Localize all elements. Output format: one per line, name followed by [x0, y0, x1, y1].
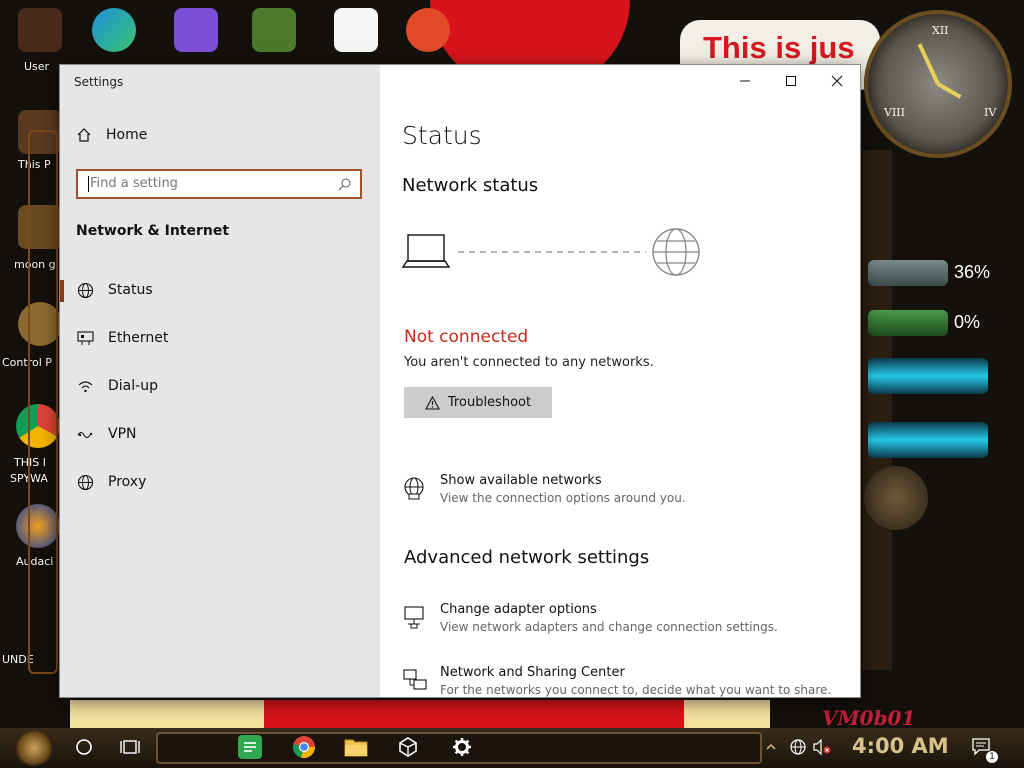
section-title: Network & Internet	[76, 223, 230, 239]
advanced-settings-heading: Advanced network settings	[404, 547, 650, 568]
settings-gear-icon[interactable]	[450, 735, 474, 759]
search-input[interactable]: Find a setting	[76, 169, 362, 199]
search-placeholder: Find a setting	[90, 176, 178, 191]
sidebar-item-proxy[interactable]: Proxy	[60, 462, 380, 502]
app-p-icon[interactable]	[406, 8, 450, 52]
close-icon	[831, 75, 843, 87]
clock-numeral: XII	[932, 24, 949, 37]
minecraft-icon[interactable]	[252, 8, 296, 52]
close-button[interactable]	[814, 65, 860, 97]
adapter-options-subtitle: View network adapters and change connect…	[440, 620, 778, 634]
start-button[interactable]	[14, 730, 54, 766]
globe-status-icon	[76, 281, 94, 299]
maximize-icon	[786, 76, 796, 86]
desktop-watermark: VM0b01	[822, 706, 916, 728]
taskbar: 4:00 AM 1	[0, 728, 1024, 768]
internet-globe-icon	[652, 228, 700, 276]
sidebar-item-ethernet[interactable]: Ethernet	[60, 318, 380, 358]
clock-widget-icon: XII VIII IV	[864, 10, 1012, 158]
meter-tube	[868, 358, 988, 394]
network-diagram	[402, 228, 700, 276]
meter-bar	[868, 260, 948, 286]
notification-center-icon[interactable]: 1	[970, 735, 998, 763]
desktop-strip-decoration	[862, 150, 892, 670]
connection-status: Not connected	[404, 327, 529, 347]
meter-value: 36%	[954, 262, 991, 282]
clock-hand	[917, 43, 940, 85]
clock-numeral: VIII	[884, 106, 905, 119]
unity-icon[interactable]	[396, 735, 420, 759]
meter-tube	[868, 422, 988, 458]
chrome-taskbar-icon[interactable]	[292, 735, 316, 759]
meter-bar	[868, 310, 948, 336]
adapter-options-title: Change adapter options	[440, 602, 597, 617]
search-icon[interactable]	[338, 177, 352, 191]
show-networks-link[interactable]: Show available networks View the connect…	[402, 473, 686, 505]
minimize-icon	[740, 80, 750, 82]
sidebar-item-status[interactable]: Status	[60, 270, 380, 310]
adapter-options-link[interactable]: Change adapter options View network adap…	[402, 602, 778, 634]
show-hidden-icons-chevron-icon[interactable]	[764, 735, 778, 759]
network-status-heading: Network status	[402, 175, 539, 196]
clock-hand	[937, 82, 962, 99]
desktop-banner-text: This is jus	[703, 30, 855, 65]
show-networks-subtitle: View the connection options around you.	[440, 491, 686, 505]
network-tray-icon[interactable]	[786, 735, 810, 759]
troubleshoot-button[interactable]: Troubleshoot	[404, 387, 552, 418]
volume-muted-icon[interactable]	[810, 735, 834, 759]
dialup-icon	[76, 377, 94, 395]
clock-numeral: IV	[984, 106, 997, 119]
troubleshoot-label: Troubleshoot	[447, 395, 532, 410]
settings-sidebar: Settings Home Find a setting Network & I…	[60, 65, 380, 697]
sidebar-item-vpn[interactable]: VPN	[60, 414, 380, 454]
page-title: Status	[402, 121, 482, 150]
show-networks-title: Show available networks	[440, 473, 602, 488]
sharing-center-link[interactable]: Network and Sharing Center For the netwo…	[402, 665, 831, 697]
sidebar-item-label: Ethernet	[108, 330, 169, 346]
sharing-center-icon	[403, 669, 427, 690]
sidebar-item-label: Proxy	[108, 474, 147, 490]
vpn-icon	[76, 425, 94, 443]
notification-count-badge: 1	[986, 751, 998, 763]
sidebar-item-label: Status	[108, 282, 153, 298]
minimize-button[interactable]	[722, 65, 768, 97]
settings-window: Settings Home Find a setting Network & I…	[60, 65, 860, 697]
swf-file-icon[interactable]	[334, 8, 378, 52]
adapter-icon	[404, 606, 424, 629]
sidebar-item-label: VPN	[108, 426, 137, 442]
sidebar-item-label: Dial-up	[108, 378, 158, 394]
desktop-bottom-red-graphic	[264, 700, 684, 728]
user-folder-icon[interactable]	[18, 8, 62, 52]
task-view-icon[interactable]	[118, 735, 142, 759]
settings-content: Status Network status Not connected You …	[380, 65, 860, 697]
ethernet-icon	[76, 329, 94, 347]
network-globe-icon	[404, 477, 424, 500]
gear-decoration	[864, 466, 928, 530]
desktop-icon-label: User	[24, 60, 50, 73]
desktop-frame-decoration	[28, 130, 58, 674]
home-icon	[77, 128, 91, 142]
home-link[interactable]: Home	[76, 127, 147, 143]
sidebar-item-dialup[interactable]: Dial-up	[60, 366, 380, 406]
file-explorer-icon[interactable]	[344, 735, 368, 759]
visual-studio-icon[interactable]	[174, 8, 218, 52]
sharing-center-subtitle: For the networks you connect to, decide …	[440, 683, 832, 697]
connection-description: You aren't connected to any networks.	[404, 355, 654, 370]
sharing-center-title: Network and Sharing Center	[440, 665, 625, 680]
taskbar-clock[interactable]: 4:00 AM	[852, 734, 949, 758]
edge-icon[interactable]	[92, 8, 136, 52]
window-title: Settings	[74, 75, 124, 89]
meter-value: 0%	[954, 312, 981, 332]
home-label: Home	[106, 127, 148, 143]
maximize-button[interactable]	[768, 65, 814, 97]
globe-icon	[76, 473, 94, 491]
notes-app-icon[interactable]	[238, 735, 262, 759]
text-caret	[88, 176, 89, 192]
laptop-icon	[402, 234, 451, 268]
search-circle-icon[interactable]	[72, 735, 96, 759]
warning-icon	[424, 395, 440, 410]
